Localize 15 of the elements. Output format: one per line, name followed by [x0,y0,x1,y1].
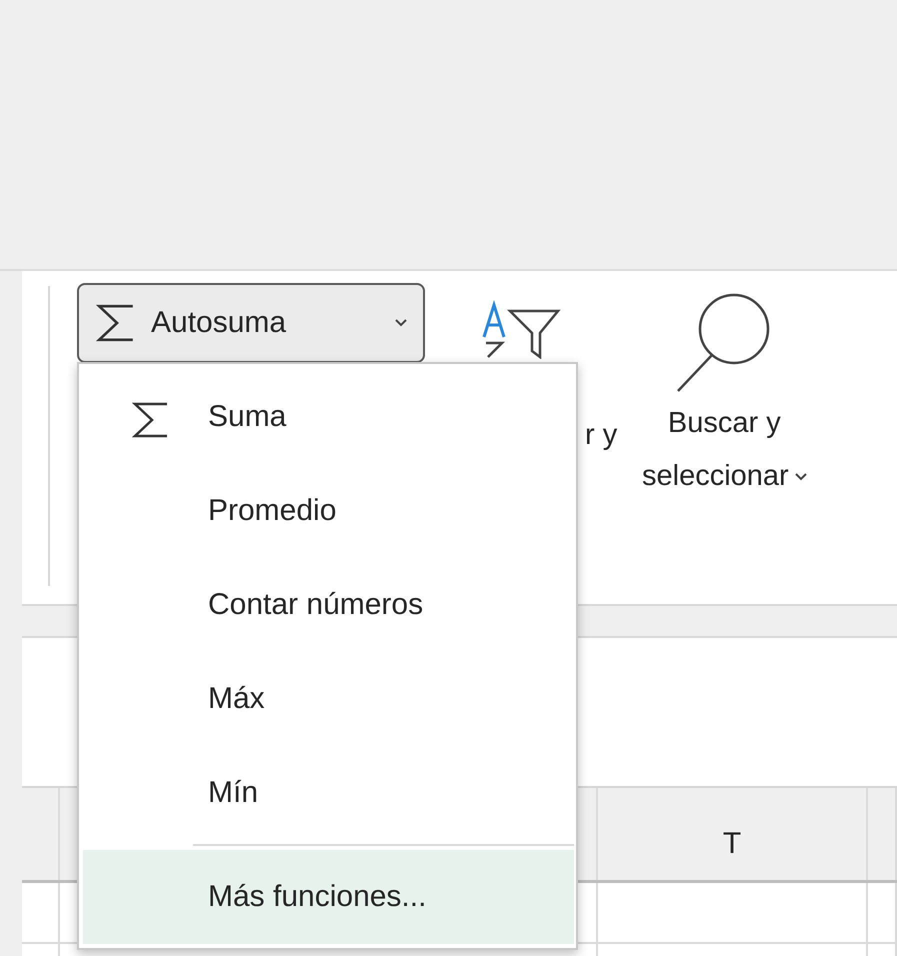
menu-item[interactable]: Promedio [83,464,574,558]
column-header[interactable]: T [598,788,868,880]
menu-item[interactable]: Suma [83,370,574,464]
menu-item[interactable]: Más funciones... [83,850,574,944]
find-select-label[interactable]: seleccionar [642,450,807,503]
find-select-label[interactable]: Buscar y [668,397,781,450]
autosum-button[interactable]: Autosuma [77,283,425,363]
menu-item[interactable]: Contar números [83,558,574,652]
caret-icon [395,319,407,327]
menu-item[interactable]: Mín [83,746,574,840]
grid-cell[interactable] [868,883,897,944]
sort-filter-label[interactable]: r y [585,419,618,452]
grid-cell[interactable] [598,883,868,944]
caret-icon [794,472,807,480]
grid-cell[interactable] [22,883,60,944]
